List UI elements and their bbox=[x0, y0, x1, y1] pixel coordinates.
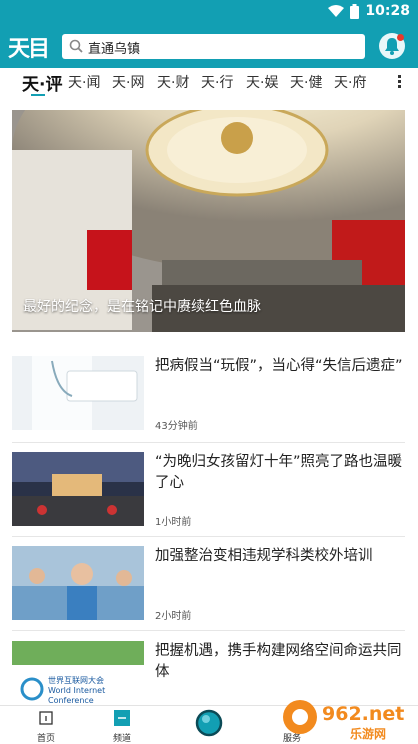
divider bbox=[12, 630, 405, 631]
tab-tianyu[interactable]: 天·娱 bbox=[246, 72, 278, 92]
wifi-icon bbox=[328, 5, 345, 17]
nav-channel-label: 频道 bbox=[112, 734, 131, 744]
status-time: 10:28 bbox=[365, 3, 410, 19]
search-bar[interactable]: 直通乌镇 bbox=[62, 34, 365, 59]
notification-dot bbox=[397, 34, 404, 41]
battery-icon bbox=[350, 3, 360, 19]
site-watermark: 962.net 乐游网 bbox=[283, 700, 404, 741]
app-header: 天目 直通乌镇 bbox=[0, 24, 418, 68]
nav-home-label: 首页 bbox=[36, 734, 55, 744]
news-title: 把病假当“玩假”，当心得“失信后遗症” bbox=[155, 358, 403, 374]
news-time: 1小时前 bbox=[155, 517, 192, 528]
watermark-sub: 乐游网 bbox=[350, 726, 386, 741]
tab-tianfu[interactable]: 天·府 bbox=[334, 72, 366, 92]
thumb-text: World Internet bbox=[48, 686, 105, 695]
tab-tiancai[interactable]: 天·财 bbox=[157, 72, 189, 92]
news-item[interactable]: 加强整治变相违规学科类校外培训 2小时前 bbox=[12, 546, 405, 624]
divider bbox=[12, 442, 405, 443]
watermark-brand: 962.net bbox=[322, 703, 404, 725]
tab-tianxing[interactable]: 天·行 bbox=[201, 72, 233, 92]
news-item[interactable]: “为晚归女孩留灯十年”照亮了路也温暖了心 1小时前 bbox=[12, 452, 405, 530]
hero-caption: 最好的纪念，是在铭记中赓续红色血脉 bbox=[23, 299, 261, 315]
news-thumbnail bbox=[12, 546, 144, 620]
thumb-text: 世界互联网大会 bbox=[48, 675, 104, 685]
thumb-text: Conference bbox=[48, 696, 94, 705]
nav-home[interactable]: 首页 bbox=[26, 710, 66, 744]
search-text: 直通乌镇 bbox=[88, 42, 141, 57]
news-thumbnail bbox=[12, 356, 144, 430]
news-title: 加强整治变相违规学科类校外培训 bbox=[155, 548, 373, 564]
news-item[interactable]: 把病假当“玩假”，当心得“失信后遗症” 43分钟前 bbox=[12, 356, 405, 434]
more-menu-icon[interactable] bbox=[395, 74, 405, 88]
tab-tianwen[interactable]: 天·闻 bbox=[68, 72, 100, 92]
center-circle-icon bbox=[195, 709, 223, 737]
home-icon bbox=[39, 711, 53, 725]
tab-tianwang[interactable]: 天·网 bbox=[112, 72, 144, 92]
tab-tianjian[interactable]: 天·健 bbox=[290, 72, 322, 92]
nav-channel[interactable]: 频道 bbox=[102, 710, 142, 744]
notification-button[interactable] bbox=[379, 33, 405, 59]
divider bbox=[12, 536, 405, 537]
news-thumbnail bbox=[12, 452, 144, 526]
active-tab-indicator bbox=[31, 94, 45, 96]
news-thumbnail: 世界互联网大会 World Internet Conference bbox=[12, 641, 144, 715]
news-time: 43分钟前 bbox=[155, 421, 198, 432]
news-time: 2小时前 bbox=[155, 611, 192, 622]
news-title: 把握机遇，携手构建网络空间命运共同体 bbox=[155, 643, 402, 680]
channel-tabs: 天·评 天·闻 天·网 天·财 天·行 天·娱 天·健 天·府 bbox=[0, 68, 418, 98]
nav-center[interactable] bbox=[189, 709, 229, 740]
status-bar: 10:28 bbox=[0, 0, 418, 24]
search-icon bbox=[69, 39, 83, 53]
channel-icon bbox=[114, 710, 130, 726]
news-title: “为晚归女孩留灯十年”照亮了路也温暖了心 bbox=[155, 454, 403, 491]
app-logo[interactable]: 天目 bbox=[8, 31, 54, 62]
hero-banner[interactable]: 最好的纪念，是在铭记中赓续红色血脉 bbox=[12, 110, 405, 332]
tab-tianping[interactable]: 天·评 bbox=[22, 70, 62, 95]
